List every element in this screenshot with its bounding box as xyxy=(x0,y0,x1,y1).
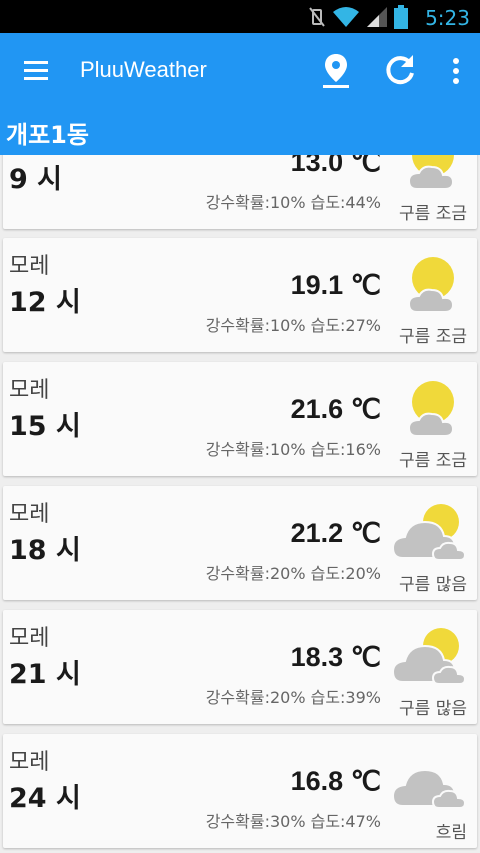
forecast-temperature: 16.8 ℃ xyxy=(290,766,381,796)
battery-icon xyxy=(394,5,408,29)
forecast-temperature: 13.0 ℃ xyxy=(290,155,381,177)
forecast-precip-humidity: 강수확률:20% 습도:39% xyxy=(205,688,381,707)
location-header: 개포1동 xyxy=(0,109,480,155)
partly-cloudy-icon xyxy=(407,257,455,313)
forecast-condition: 구름 조금 xyxy=(399,327,467,347)
forecast-card[interactable]: 모레 21 시 18.3 ℃ 강수확률:20% 습도:39% 구름 많음 xyxy=(3,610,477,724)
forecast-condition: 구름 조금 xyxy=(399,451,467,471)
forecast-temperature: 21.2 ℃ xyxy=(290,518,381,548)
forecast-precip-humidity: 강수확률:10% 습도:27% xyxy=(205,316,381,335)
forecast-condition: 구름 많음 xyxy=(399,699,467,719)
forecast-hour: 15 시 xyxy=(9,411,81,442)
partly-cloudy-icon xyxy=(407,155,455,190)
forecast-precip-humidity: 강수확률:20% 습도:20% xyxy=(205,564,381,583)
forecast-condition: 흐림 xyxy=(435,823,467,843)
forecast-condition: 구름 많음 xyxy=(399,575,467,595)
forecast-temperature: 19.1 ℃ xyxy=(290,270,381,300)
refresh-icon[interactable] xyxy=(380,51,420,91)
overcast-icon xyxy=(391,768,467,809)
forecast-hour: 21 시 xyxy=(9,659,81,690)
forecast-day: 모레 xyxy=(9,750,50,775)
forecast-precip-humidity: 강수확률:10% 습도:44% xyxy=(205,193,381,212)
forecast-card[interactable]: 모레 24 시 16.8 ℃ 강수확률:30% 습도:47% 흐림 xyxy=(3,734,477,848)
vibrate-off-icon xyxy=(309,7,325,27)
forecast-list[interactable]: 9 시 13.0 ℃ 강수확률:10% 습도:44% 구름 조금 모레 12 시… xyxy=(0,155,480,853)
forecast-hour: 18 시 xyxy=(9,535,81,566)
status-bar: 5:23 xyxy=(0,0,480,33)
forecast-hour: 9 시 xyxy=(9,164,63,195)
forecast-hour: 24 시 xyxy=(9,783,81,814)
location-name: 개포1동 xyxy=(6,121,89,149)
forecast-day: 모레 xyxy=(9,378,50,403)
status-icons xyxy=(308,5,408,29)
forecast-hour: 12 시 xyxy=(9,287,81,318)
more-vert-icon[interactable] xyxy=(436,51,476,91)
signal-icon xyxy=(367,7,387,27)
forecast-card[interactable]: 9 시 13.0 ℃ 강수확률:10% 습도:44% 구름 조금 xyxy=(3,155,477,229)
forecast-condition: 구름 조금 xyxy=(399,204,467,224)
forecast-precip-humidity: 강수확률:10% 습도:16% xyxy=(205,440,381,459)
app-title: PluuWeather xyxy=(80,57,207,82)
forecast-temperature: 21.6 ℃ xyxy=(290,394,381,424)
wifi-icon xyxy=(333,7,359,27)
mostly-cloudy-icon xyxy=(391,504,467,561)
forecast-card[interactable]: 모레 15 시 21.6 ℃ 강수확률:10% 습도:16% 구름 조금 xyxy=(3,362,477,476)
forecast-precip-humidity: 강수확률:30% 습도:47% xyxy=(205,812,381,831)
forecast-day: 모레 xyxy=(9,626,50,651)
location-pin-icon[interactable] xyxy=(316,51,356,91)
status-time: 5:23 xyxy=(425,6,470,30)
forecast-day: 모레 xyxy=(9,254,50,279)
app-bar: PluuWeather xyxy=(0,33,480,109)
forecast-card[interactable]: 모레 18 시 21.2 ℃ 강수확률:20% 습도:20% 구름 많음 xyxy=(3,486,477,600)
hamburger-menu-icon[interactable] xyxy=(22,58,52,84)
forecast-day: 모레 xyxy=(9,502,50,527)
mostly-cloudy-icon xyxy=(391,628,467,685)
forecast-temperature: 18.3 ℃ xyxy=(290,642,381,672)
forecast-card[interactable]: 모레 12 시 19.1 ℃ 강수확률:10% 습도:27% 구름 조금 xyxy=(3,238,477,352)
partly-cloudy-icon xyxy=(407,381,455,437)
